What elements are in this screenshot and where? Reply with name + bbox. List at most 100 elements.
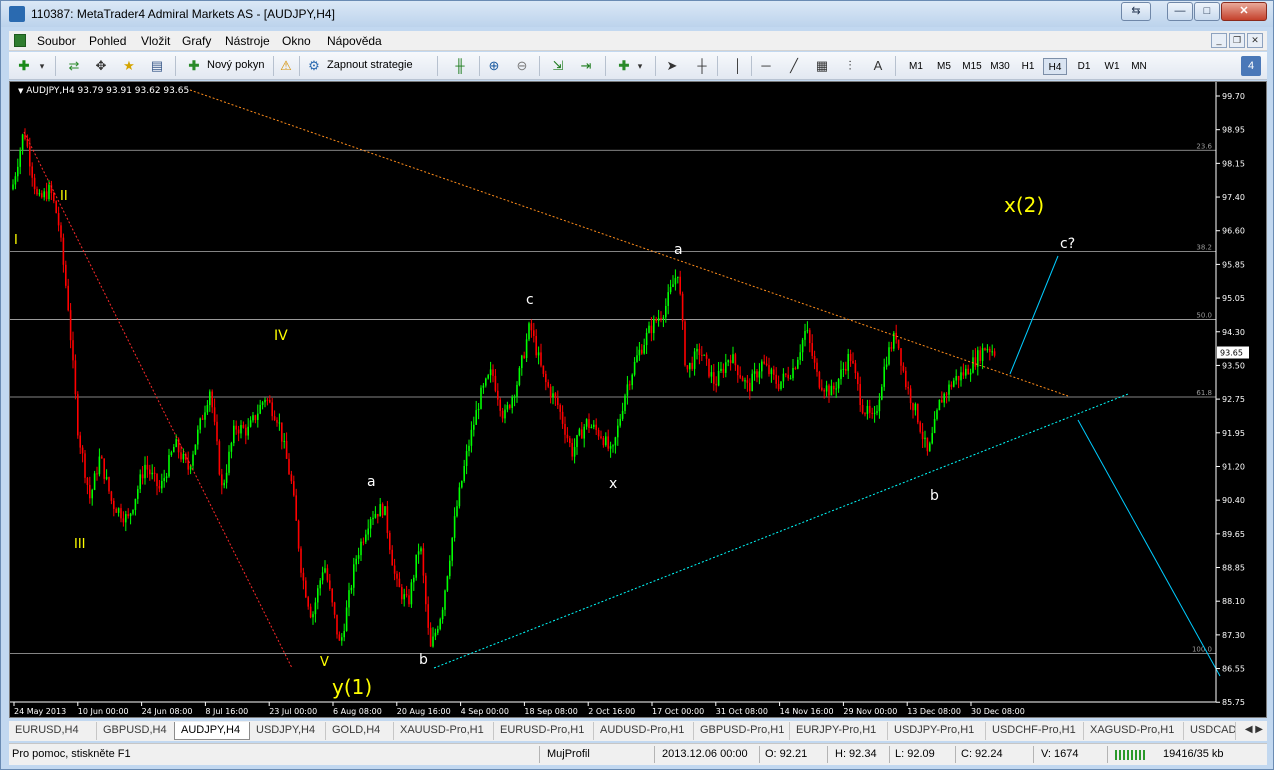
mdi-minimize-button[interactable]: _ — [1211, 33, 1227, 48]
tab-eurusd-pro-h1[interactable]: EURUSD-Pro,H1 — [494, 722, 594, 740]
zoom-out-icon[interactable]: ⊖ — [513, 57, 531, 75]
tab-xauusd-pro-h1[interactable]: XAUUSD-Pro,H1 — [394, 722, 494, 740]
dropdown-arrow-icon[interactable]: ▾ — [33, 57, 51, 75]
candle-body — [360, 541, 362, 556]
tab-gbpusd-pro-h1[interactable]: GBPUSD-Pro,H1 — [694, 722, 790, 740]
candle-body — [962, 372, 965, 376]
menu-grafy[interactable]: Grafy — [182, 34, 211, 48]
candle-body — [981, 348, 984, 361]
text-tool-icon[interactable]: A — [869, 57, 887, 75]
new-order-icon[interactable]: ✚ — [185, 57, 203, 75]
candle-body — [230, 443, 233, 452]
candle-body — [926, 437, 929, 452]
close-button[interactable]: ✕ — [1221, 2, 1267, 21]
tab-usdjpy-h4[interactable]: USDJPY,H4 — [250, 722, 326, 740]
candle-body — [180, 452, 182, 460]
candle-body — [302, 572, 305, 581]
timeframe-m5[interactable]: M5 — [933, 58, 955, 75]
cursor-arrow-icon[interactable]: ➤ — [663, 57, 681, 75]
chart-shift-icon[interactable]: ⇥ — [577, 57, 595, 75]
tab-usdjpy-pro-h1[interactable]: USDJPY-Pro,H1 — [888, 722, 986, 740]
fibonacci-icon[interactable]: ⫶ — [841, 57, 859, 75]
candle-body — [873, 412, 876, 414]
timeframe-m1[interactable]: M1 — [905, 58, 927, 75]
new-chart-icon[interactable]: ✚ — [15, 57, 33, 75]
candle-body — [941, 399, 943, 403]
new-order-button[interactable]: Nový pokyn — [207, 59, 264, 71]
bar-chart-icon[interactable]: ╫ — [451, 57, 469, 75]
trendline-icon[interactable]: ╱ — [785, 57, 803, 75]
candle-body — [540, 352, 542, 366]
horizontal-line-icon[interactable]: ─ — [757, 57, 775, 75]
menu-pohled[interactable]: Pohled — [89, 34, 126, 48]
tab-gbpusd-h4[interactable]: GBPUSD,H4 — [97, 722, 175, 740]
crosshair-move-icon[interactable]: ✥ — [92, 57, 110, 75]
mdi-close-button[interactable]: ✕ — [1247, 33, 1263, 48]
crosshair-icon[interactable]: ┼ — [693, 57, 711, 75]
tab-usdchf-pro-h1[interactable]: USDCHF-Pro,H1 — [986, 722, 1084, 740]
favorites-star-icon[interactable]: ★ — [120, 57, 138, 75]
menu-napoveda[interactable]: Nápověda — [327, 34, 382, 48]
candle-body — [665, 305, 667, 318]
timeframe-mn[interactable]: MN — [1127, 58, 1151, 75]
timeframe-d1[interactable]: D1 — [1073, 58, 1095, 75]
candle-body — [165, 476, 168, 479]
toolbar-separator — [895, 56, 896, 76]
candle-body — [650, 325, 653, 334]
menu-nastroje[interactable]: Nástroje — [225, 34, 270, 48]
menu-vlozit[interactable]: Vložit — [141, 34, 170, 48]
candle-body — [120, 508, 122, 519]
candle-body — [902, 365, 905, 371]
toolbar-badge[interactable]: 4 — [1241, 56, 1261, 76]
timeframe-w1[interactable]: W1 — [1101, 58, 1123, 75]
collapse-triangle-icon[interactable]: ▼ — [18, 87, 23, 95]
mdi-restore-button[interactable]: ❐ — [1229, 33, 1245, 48]
menu-okno[interactable]: Okno — [282, 34, 311, 48]
autotrading-button[interactable]: Zapnout strategie — [327, 59, 413, 71]
window-title: 110387: MetaTrader4 Admiral Markets AS -… — [31, 7, 335, 21]
tab-audjpy-h4[interactable]: AUDJPY,H4 — [174, 722, 250, 740]
candle-body — [909, 388, 912, 404]
channel-icon[interactable]: ▦ — [813, 57, 831, 75]
price-chart[interactable]: 23.638.250.061.8100.0 IIIIIIIVVy(1)x(2)a… — [10, 82, 1266, 717]
toolbar-separator — [655, 56, 656, 76]
auto-scroll-icon[interactable]: ⇲ — [549, 57, 567, 75]
candle-body — [749, 382, 751, 392]
candle-body — [417, 551, 420, 555]
candle-body — [317, 588, 319, 603]
wave-down-trendline — [23, 131, 293, 669]
vertical-line-icon[interactable]: │ — [729, 57, 747, 75]
tab-eurjpy-pro-h1[interactable]: EURJPY-Pro,H1 — [790, 722, 888, 740]
maximize-button[interactable]: □ — [1194, 2, 1220, 21]
wave-label-white: x — [609, 476, 617, 492]
wave-label-yellow: x(2) — [1004, 193, 1044, 217]
menu-soubor[interactable]: Soubor — [37, 34, 76, 48]
tab-gold-h4[interactable]: GOLD,H4 — [326, 722, 394, 740]
timeframe-m15[interactable]: M15 — [959, 58, 985, 75]
candle-body — [837, 379, 840, 389]
extra-window-button[interactable]: ⇆ — [1121, 2, 1151, 21]
tab-usdcad[interactable]: USDCAD — [1184, 722, 1236, 740]
candle-body — [573, 447, 576, 457]
tab-eurusd-h4[interactable]: EURUSD,H4 — [9, 722, 97, 740]
tab-xagusd-pro-h1[interactable]: XAGUSD-Pro,H1 — [1084, 722, 1184, 740]
minimize-button[interactable]: — — [1167, 2, 1193, 21]
timeframe-h1[interactable]: H1 — [1017, 58, 1039, 75]
autotrading-icon[interactable]: ⚙ — [305, 57, 323, 75]
market-watch-icon[interactable]: ⇄ — [65, 57, 83, 75]
dropdown-arrow-icon[interactable]: ▾ — [631, 57, 649, 75]
tab-scroll-arrows-icon[interactable]: ◀ ▶ — [1245, 724, 1263, 735]
candle-body — [345, 607, 348, 631]
chart-area[interactable]: 23.6 38.2 50.0 61.8 100.0 I II III IV Vy(1) x(2) a… — [9, 81, 1267, 718]
candle-body — [593, 424, 595, 427]
tab-audusd-pro-h1[interactable]: AUDUSD-Pro,H1 — [594, 722, 694, 740]
candle-body — [192, 454, 194, 466]
zoom-in-icon[interactable]: ⊕ — [485, 57, 503, 75]
timeframe-h4[interactable]: H4 — [1043, 58, 1067, 75]
timeframe-m30[interactable]: M30 — [987, 58, 1013, 75]
warning-icon[interactable]: ⚠ — [277, 57, 295, 75]
candle-body — [717, 370, 720, 386]
candle-body — [792, 368, 794, 379]
candle-body — [266, 399, 269, 401]
terminal-window-icon[interactable]: ▤ — [148, 57, 166, 75]
